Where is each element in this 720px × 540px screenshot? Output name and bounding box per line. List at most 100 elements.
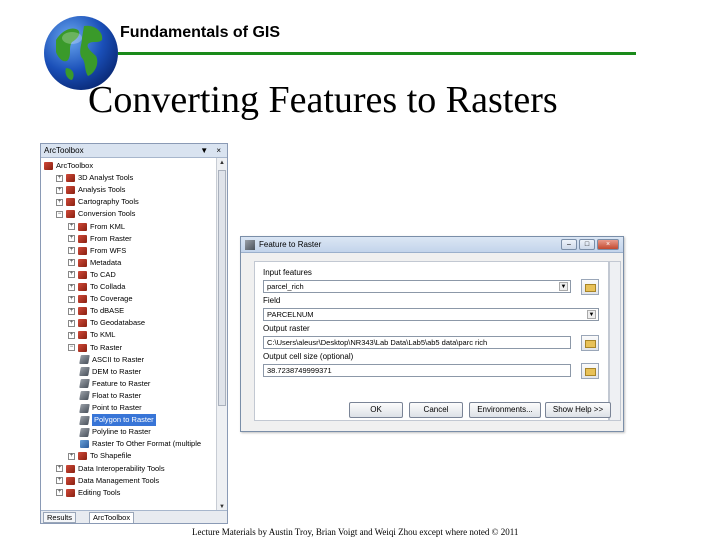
close-button[interactable]: × [597, 239, 619, 250]
output-raster-value: C:\Users\aleusr\Desktop\NR343\Lab Data\L… [267, 338, 488, 347]
browse-cell-size-button[interactable] [581, 363, 599, 379]
expand-icon[interactable]: + [56, 489, 63, 497]
tree-item-label: Conversion Tools [78, 209, 136, 219]
cell-size-field[interactable]: 38.7238749999371 [263, 364, 571, 377]
tree-item[interactable]: Feature to Raster [79, 378, 150, 390]
expand-icon[interactable]: + [68, 223, 75, 230]
expand-icon[interactable]: + [68, 283, 75, 291]
expand-icon[interactable]: + [68, 295, 75, 303]
field-select[interactable]: PARCELNUM ▼ [263, 308, 599, 321]
expand-icon[interactable]: + [56, 465, 63, 472]
expand-icon[interactable]: + [56, 174, 63, 182]
tree-item[interactable]: + From KML [68, 221, 125, 233]
tree-item[interactable]: + To Coverage [68, 293, 133, 305]
tree-item[interactable]: + Analysis Tools [56, 184, 125, 196]
tree-item[interactable]: + To Collada [68, 281, 125, 293]
tree-item[interactable]: ASCII to Raster [79, 354, 144, 366]
chevron-down-icon[interactable]: ▼ [559, 282, 568, 291]
folder-icon [585, 340, 596, 348]
expand-icon[interactable]: + [68, 307, 75, 315]
tree-item-label: From KML [90, 221, 126, 231]
toolset-icon [78, 307, 87, 316]
toolset-icon [78, 319, 87, 328]
hammer-icon [79, 427, 90, 437]
tree-item[interactable]: Polygon to Raster [79, 414, 156, 427]
tree-item[interactable]: Raster To Other Format (multiple [80, 438, 201, 450]
tree-item-label: Polygon to Raster [92, 414, 156, 427]
expand-icon[interactable]: + [56, 186, 63, 194]
tree-item[interactable]: Float to Raster [79, 390, 141, 402]
tree-item[interactable]: Polyline to Raster [79, 426, 151, 438]
cancel-button[interactable]: Cancel [409, 402, 463, 418]
expand-icon[interactable]: + [56, 198, 63, 206]
dialog-scrollbar[interactable] [609, 261, 621, 421]
tree-item[interactable]: − To Raster [68, 342, 122, 354]
tree-item[interactable]: − Conversion Tools [56, 208, 135, 220]
header-rule [118, 52, 636, 55]
cell-size-value: 38.7238749999371 [267, 366, 332, 375]
chevron-down-icon[interactable]: ▼ [587, 310, 596, 319]
tab-results[interactable]: Results [43, 512, 77, 523]
show-help-button[interactable]: Show Help >> [545, 402, 611, 418]
tree-item-label: To Coverage [90, 294, 133, 304]
tree-item-label: To Collada [90, 282, 126, 291]
tree-item[interactable]: + Data Interoperability Tools [56, 463, 165, 475]
cell-size-label: Output cell size (optional) [263, 352, 354, 361]
tree-item[interactable]: DEM to Raster [79, 366, 141, 378]
tree-item[interactable]: + To CAD [68, 269, 116, 281]
scroll-up-icon[interactable]: ▲ [217, 158, 227, 168]
environments-button[interactable]: Environments... [469, 402, 541, 418]
expand-icon[interactable]: + [68, 235, 75, 243]
tree-item-label: From WFS [90, 245, 127, 255]
browse-input-button[interactable] [581, 279, 599, 295]
collapse-icon[interactable]: − [56, 210, 63, 218]
scroll-thumb[interactable] [218, 170, 226, 406]
ok-button[interactable]: OK [349, 402, 403, 418]
tree-item[interactable]: ArcToolbox [44, 160, 93, 172]
expand-icon[interactable]: + [68, 247, 75, 255]
script-icon [80, 440, 89, 449]
expand-icon[interactable]: + [68, 452, 75, 460]
dialog-title: Feature to Raster [259, 240, 322, 249]
minimize-button[interactable]: – [561, 239, 577, 250]
tree-item[interactable]: + Cartography Tools [56, 196, 139, 208]
expand-icon[interactable]: + [68, 331, 75, 339]
browse-output-button[interactable] [581, 335, 599, 351]
tree-item-label: To KML [90, 330, 116, 340]
toolbox-scrollbar[interactable]: ▲ ▼ [216, 158, 227, 512]
tree-item[interactable]: +3D Analyst Tools [56, 172, 133, 184]
tree-item[interactable]: + To Shapefile [68, 450, 131, 462]
output-raster-field[interactable]: C:\Users\aleusr\Desktop\NR343\Lab Data\L… [263, 336, 571, 349]
tree-item[interactable]: + To dBASE [68, 305, 124, 317]
toolset-icon [78, 270, 87, 279]
toolbox-icon [44, 162, 53, 170]
input-features-label: Input features [263, 268, 312, 277]
tree-item[interactable]: + To KML [68, 329, 115, 341]
tree-item[interactable]: + Data Management Tools [56, 475, 159, 487]
expand-icon[interactable]: + [68, 271, 75, 279]
tree-item-label: From Raster [90, 233, 132, 243]
tree-item-label: To Shapefile [90, 451, 132, 461]
panel-controls[interactable]: ▼ × [200, 144, 224, 157]
toolset-icon [78, 452, 87, 461]
toolset-icon [78, 258, 87, 267]
tree-item[interactable]: + To Geodatabase [68, 317, 145, 329]
tree-item[interactable]: + Editing Tools [56, 487, 120, 499]
folder-icon [585, 368, 596, 376]
tree-item-label: To Raster [90, 342, 123, 352]
expand-icon[interactable]: + [68, 259, 75, 267]
hammer-icon [79, 415, 90, 425]
tree-item[interactable]: + Metadata [68, 257, 121, 269]
tree-item[interactable]: + From Raster [68, 233, 132, 245]
input-features-field[interactable]: parcel_rich ▼ [263, 280, 571, 293]
tree-item[interactable]: + From WFS [68, 245, 126, 257]
tree-item[interactable]: Point to Raster [79, 402, 142, 414]
tree-item-label: Analysis Tools [78, 185, 126, 195]
expand-icon[interactable]: + [68, 319, 75, 327]
collapse-icon[interactable]: − [68, 344, 75, 351]
maximize-button[interactable]: □ [579, 239, 595, 250]
tab-arctoolbox[interactable]: ArcToolbox [89, 512, 135, 523]
toolset-icon [78, 222, 87, 231]
toolset-icon [78, 295, 87, 304]
expand-icon[interactable]: + [56, 477, 63, 485]
